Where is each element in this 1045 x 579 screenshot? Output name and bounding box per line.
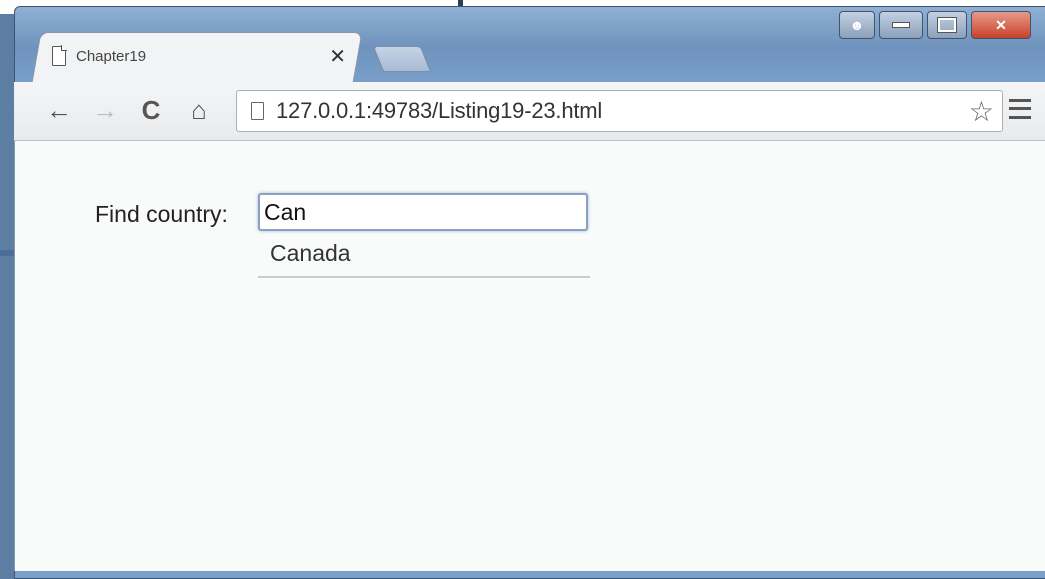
tab-title: Chapter19: [76, 47, 147, 65]
window-controls: ☻ ✕: [839, 11, 1031, 39]
close-icon: ✕: [995, 16, 1007, 33]
home-icon: ⌂: [191, 94, 207, 125]
menu-icon-bar: [1009, 98, 1031, 102]
country-search-input[interactable]: [258, 193, 588, 231]
tab-active[interactable]: Chapter19 ✕: [44, 36, 354, 76]
url-text[interactable]: 127.0.0.1:49783/Listing19-23.html: [276, 98, 969, 124]
minimize-icon: [892, 22, 910, 28]
address-bar[interactable]: 127.0.0.1:49783/Listing19-23.html ☆: [236, 90, 1003, 132]
page-icon: [52, 45, 67, 66]
page-content: Find country: Canada: [14, 141, 1045, 571]
reload-icon: C: [141, 94, 161, 125]
minimize-button[interactable]: [879, 11, 923, 39]
find-country-label: Find country:: [95, 201, 228, 227]
back-button[interactable]: ←: [42, 92, 76, 128]
reload-button[interactable]: C: [134, 92, 168, 128]
browser-toolbar: ← → C ⌂ 127.0.0.1:49783/Listing19-23.htm…: [14, 82, 1045, 141]
autocomplete-item[interactable]: Canada: [258, 236, 590, 271]
arrow-left-icon: ←: [46, 94, 72, 125]
menu-icon-bar: [1009, 107, 1031, 111]
autocomplete-list: Canada: [258, 236, 590, 278]
user-icon: ☻: [849, 17, 865, 33]
forward-button[interactable]: →: [88, 92, 122, 128]
user-profile-button[interactable]: ☻: [839, 11, 875, 39]
bookmark-star-icon[interactable]: ☆: [969, 95, 994, 128]
page-icon: [251, 102, 264, 120]
arrow-right-icon: →: [92, 94, 118, 125]
new-tab-button[interactable]: [372, 46, 432, 72]
close-window-button[interactable]: ✕: [971, 11, 1031, 39]
maximize-button[interactable]: [927, 11, 967, 39]
browser-menu-button[interactable]: [1009, 96, 1031, 122]
maximize-icon: [937, 17, 957, 33]
tab-close-icon[interactable]: ✕: [329, 44, 346, 69]
menu-icon-bar: [1009, 116, 1031, 120]
home-button[interactable]: ⌂: [182, 92, 216, 128]
